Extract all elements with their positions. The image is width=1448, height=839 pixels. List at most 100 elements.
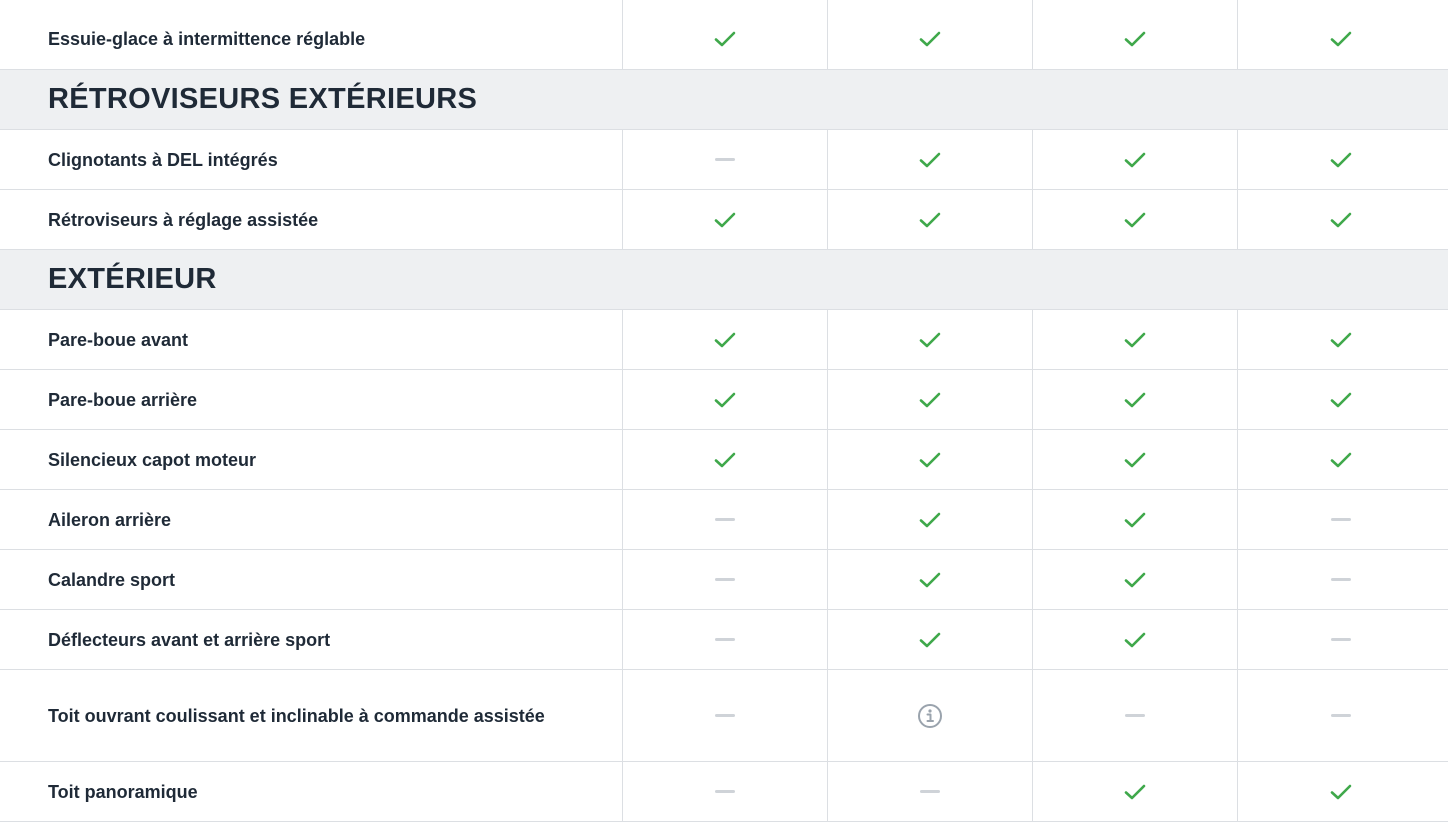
check-icon — [714, 331, 736, 349]
section-title: EXTÉRIEUR — [48, 263, 217, 295]
check-icon — [1124, 211, 1146, 229]
trim-cell-4 — [1238, 670, 1443, 761]
check-icon — [714, 391, 736, 409]
trim-cell-3 — [1033, 610, 1238, 669]
check-icon — [919, 511, 941, 529]
dash-icon — [715, 518, 735, 521]
trim-cell-1 — [623, 550, 828, 609]
dash-icon — [715, 638, 735, 641]
trim-cell-3 — [1033, 0, 1238, 69]
trim-cell-1 — [623, 670, 828, 761]
trim-cell-4 — [1238, 762, 1443, 821]
feature-label: Silencieux capot moteur — [0, 430, 623, 489]
trim-cell-3 — [1033, 670, 1238, 761]
section-title: RÉTROVISEURS EXTÉRIEURS — [48, 83, 478, 115]
table-row: Calandre sport — [0, 550, 1448, 610]
dash-icon — [920, 790, 940, 793]
table-row: Pare-boue arrière — [0, 370, 1448, 430]
trim-cell-4 — [1238, 310, 1443, 369]
trim-cell-2 — [828, 190, 1033, 249]
trim-cell-2 — [828, 670, 1033, 761]
check-icon — [919, 30, 941, 48]
trim-cell-3 — [1033, 550, 1238, 609]
check-icon — [1330, 391, 1352, 409]
trim-cell-2 — [828, 762, 1033, 821]
feature-label: Clignotants à DEL intégrés — [0, 130, 623, 189]
dash-icon — [715, 158, 735, 161]
check-icon — [1330, 783, 1352, 801]
trim-cell-2 — [828, 490, 1033, 549]
trim-cell-4 — [1238, 130, 1443, 189]
check-icon — [714, 211, 736, 229]
check-icon — [919, 331, 941, 349]
trim-cell-4 — [1238, 610, 1443, 669]
table-row: Déflecteurs avant et arrière sport — [0, 610, 1448, 670]
check-icon — [1330, 30, 1352, 48]
features-comparison-table: Essuie-glace à intermittence réglable RÉT… — [0, 0, 1448, 822]
trim-cell-1 — [623, 130, 828, 189]
check-icon — [919, 151, 941, 169]
trim-cell-3 — [1033, 310, 1238, 369]
dash-icon — [715, 714, 735, 717]
table-row: Pare-boue avant — [0, 310, 1448, 370]
trim-cell-1 — [623, 490, 828, 549]
table-row: Silencieux capot moteur — [0, 430, 1448, 490]
feature-label: Calandre sport — [0, 550, 623, 609]
table-row: Aileron arrière — [0, 490, 1448, 550]
check-icon — [919, 391, 941, 409]
trim-cell-2 — [828, 130, 1033, 189]
check-icon — [1124, 511, 1146, 529]
trim-cell-3 — [1033, 190, 1238, 249]
dash-icon — [1330, 518, 1351, 521]
dash-icon — [715, 578, 735, 581]
check-icon — [919, 631, 941, 649]
trim-cell-4 — [1238, 190, 1443, 249]
feature-label: Pare-boue avant — [0, 310, 623, 369]
table-row: Toit panoramique — [0, 762, 1448, 822]
trim-cell-1 — [623, 430, 828, 489]
trim-cell-3 — [1033, 490, 1238, 549]
feature-label: Déflecteurs avant et arrière sport — [0, 610, 623, 669]
trim-cell-3 — [1033, 430, 1238, 489]
feature-label: Aileron arrière — [0, 490, 623, 549]
dash-icon — [715, 790, 735, 793]
section-header: EXTÉRIEUR — [0, 250, 1448, 310]
trim-cell-2 — [828, 550, 1033, 609]
check-icon — [1330, 151, 1352, 169]
check-icon — [1124, 783, 1146, 801]
check-icon — [714, 30, 736, 48]
feature-label: Toit panoramique — [0, 762, 623, 821]
dash-icon — [1330, 578, 1351, 581]
check-icon — [1124, 30, 1146, 48]
table-row: Toit ouvrant coulissant et inclinable à … — [0, 670, 1448, 762]
dash-icon — [1330, 714, 1351, 717]
trim-cell-4 — [1238, 550, 1443, 609]
trim-cell-2 — [828, 310, 1033, 369]
dash-icon — [1125, 714, 1145, 717]
section-header: RÉTROVISEURS EXTÉRIEURS — [0, 70, 1448, 130]
table-row: Essuie-glace à intermittence réglable — [0, 0, 1448, 70]
trim-cell-3 — [1033, 370, 1238, 429]
trim-cell-1 — [623, 370, 828, 429]
check-icon — [1330, 331, 1352, 349]
trim-cell-2 — [828, 610, 1033, 669]
trim-cell-3 — [1033, 130, 1238, 189]
check-icon — [919, 571, 941, 589]
dash-icon — [1330, 638, 1351, 641]
feature-label: Toit ouvrant coulissant et inclinable à … — [0, 670, 623, 761]
info-icon[interactable] — [917, 703, 943, 729]
trim-cell-3 — [1033, 762, 1238, 821]
trim-cell-1 — [623, 762, 828, 821]
trim-cell-1 — [623, 610, 828, 669]
check-icon — [1124, 571, 1146, 589]
trim-cell-4 — [1238, 370, 1443, 429]
check-icon — [1124, 331, 1146, 349]
table-row: Clignotants à DEL intégrés — [0, 130, 1448, 190]
check-icon — [1124, 151, 1146, 169]
check-icon — [919, 451, 941, 469]
check-icon — [1124, 391, 1146, 409]
trim-cell-1 — [623, 310, 828, 369]
trim-cell-1 — [623, 0, 828, 69]
trim-cell-4 — [1238, 490, 1443, 549]
trim-cell-2 — [828, 0, 1033, 69]
